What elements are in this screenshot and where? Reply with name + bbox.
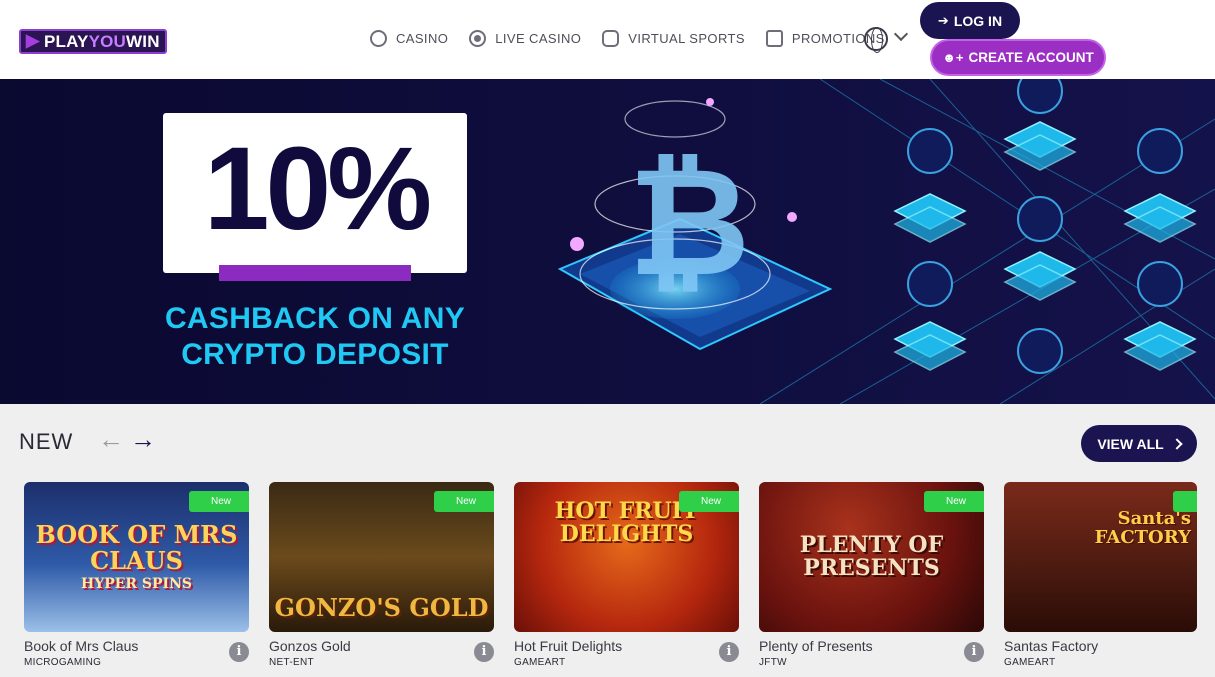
login-label: LOG IN [953,12,1003,29]
info-icon[interactable]: i [474,642,494,662]
game-thumbnail[interactable]: PLENTY OF PRESENTS New [759,482,984,632]
gift-icon [765,30,783,47]
game-provider: NET-ENT [269,657,314,668]
game-name[interactable]: Gonzos Gold [269,638,351,654]
game-name[interactable]: Book of Mrs Claus [24,638,138,654]
game-card[interactable]: PLENTY OF PRESENTS New Plenty of Present… [759,482,984,677]
info-icon[interactable]: i [229,642,249,662]
game-thumbnail[interactable]: HOT FRUIT DELIGHTS New [514,482,739,632]
chevron-right-icon [1171,437,1183,450]
new-games-section: NEW ← → VIEW ALL BOOK OF MRS CLAUS HYPER… [0,404,1215,677]
nav-live-casino-label: LIVE CASINO [495,31,582,46]
new-badge: New [189,491,249,512]
new-badge: N [1173,491,1197,512]
svg-text:₿: ₿ [628,136,750,310]
game-art-title: GONZO'S GOLD [274,592,489,622]
game-thumbnail[interactable]: GONZO'S GOLD New [269,482,494,632]
playyouwin-logo[interactable]: PLAYYOUWIN [19,29,167,54]
view-all-button[interactable]: VIEW ALL [1081,425,1197,462]
nav-casino-label: CASINO [396,31,449,46]
chip-icon [370,30,387,47]
game-art-title: PLENTY OF [799,531,944,558]
game-art-subtitle: PRESENTS [803,555,940,581]
game-card[interactable]: GONZO'S GOLD New Gonzos Gold NET-ENT i [269,482,494,677]
globe-icon[interactable] [864,27,888,53]
new-badge: New [924,491,984,512]
game-card[interactable]: BOOK OF MRS CLAUS HYPER SPINS New Book o… [24,482,249,677]
live-chip-icon [469,30,487,47]
nav-virtual-sports[interactable]: VIRTUAL SPORTS [602,30,745,47]
game-provider: GAMEART [1004,657,1056,668]
nav-live-casino[interactable]: LIVE CASINO [469,30,581,47]
game-name[interactable]: Plenty of Presents [759,638,873,654]
game-art: Santa's FACTORY [1004,482,1197,632]
nav-casino[interactable]: CASINO [370,30,448,47]
new-badge: New [434,491,494,512]
sign-in-icon: ➔ [937,12,949,28]
banner-subline-2: CRYPTO DEPOSIT [181,338,449,371]
game-art-title: HOT FRUIT [554,498,699,524]
view-all-label: VIEW ALL [1097,435,1164,452]
banner-headline: 10% [203,123,432,255]
game-name[interactable]: Hot Fruit Delights [514,638,622,654]
game-provider: JFTW [759,657,787,668]
play-icon [25,34,41,49]
game-name[interactable]: Santas Factory [1004,638,1098,654]
logo-text: PLAYYOUWIN [44,31,160,51]
site-header: PLAYYOUWIN CASINO LIVE CASINO VIRTUAL SP… [0,0,1215,79]
game-provider: MICROGAMING [24,657,102,668]
info-icon[interactable]: i [719,642,739,662]
game-art-subtitle: HYPER SPINS [80,575,193,592]
user-plus-icon: ☻+ [942,50,964,65]
game-card[interactable]: Santa's FACTORY N Santas Factory GAMEART [1004,482,1215,677]
game-art-title: BOOK OF MRS CLAUS [35,520,238,575]
banner-subline-1: CASHBACK ON ANY [164,302,466,335]
banner-subline: CASHBACK ON ANY CRYPTO DEPOSIT [150,301,480,373]
game-provider: GAMEART [514,657,566,668]
arrow-left-icon[interactable]: ← [98,426,124,452]
game-card[interactable]: HOT FRUIT DELIGHTS New Hot Fruit Delight… [514,482,739,677]
create-account-label: CREATE ACCOUNT [968,50,1094,65]
promo-banner[interactable]: ₿ 10% CASHBACK ON ANY CRYPTO DEPOSIT [0,79,1215,404]
section-title: NEW [19,429,74,454]
game-art-subtitle: FACTORY [1094,526,1191,548]
game-thumbnail[interactable]: Santa's FACTORY N [1004,482,1197,632]
headline-underline [219,265,411,281]
game-art-subtitle: DELIGHTS [559,521,694,548]
gamepad-icon [602,30,620,47]
nav-virtual-sports-label: VIRTUAL SPORTS [628,31,745,46]
create-account-button[interactable]: ☻+ CREATE ACCOUNT [930,39,1106,76]
main-nav: CASINO LIVE CASINO VIRTUAL SPORTS PROMOT… [370,30,906,47]
new-badge: New [679,491,739,512]
arrow-right-icon[interactable]: → [130,426,156,452]
info-icon[interactable]: i [964,642,984,662]
game-thumbnail[interactable]: BOOK OF MRS CLAUS HYPER SPINS New [24,482,249,632]
login-button[interactable]: ➔ LOG IN [920,2,1020,39]
